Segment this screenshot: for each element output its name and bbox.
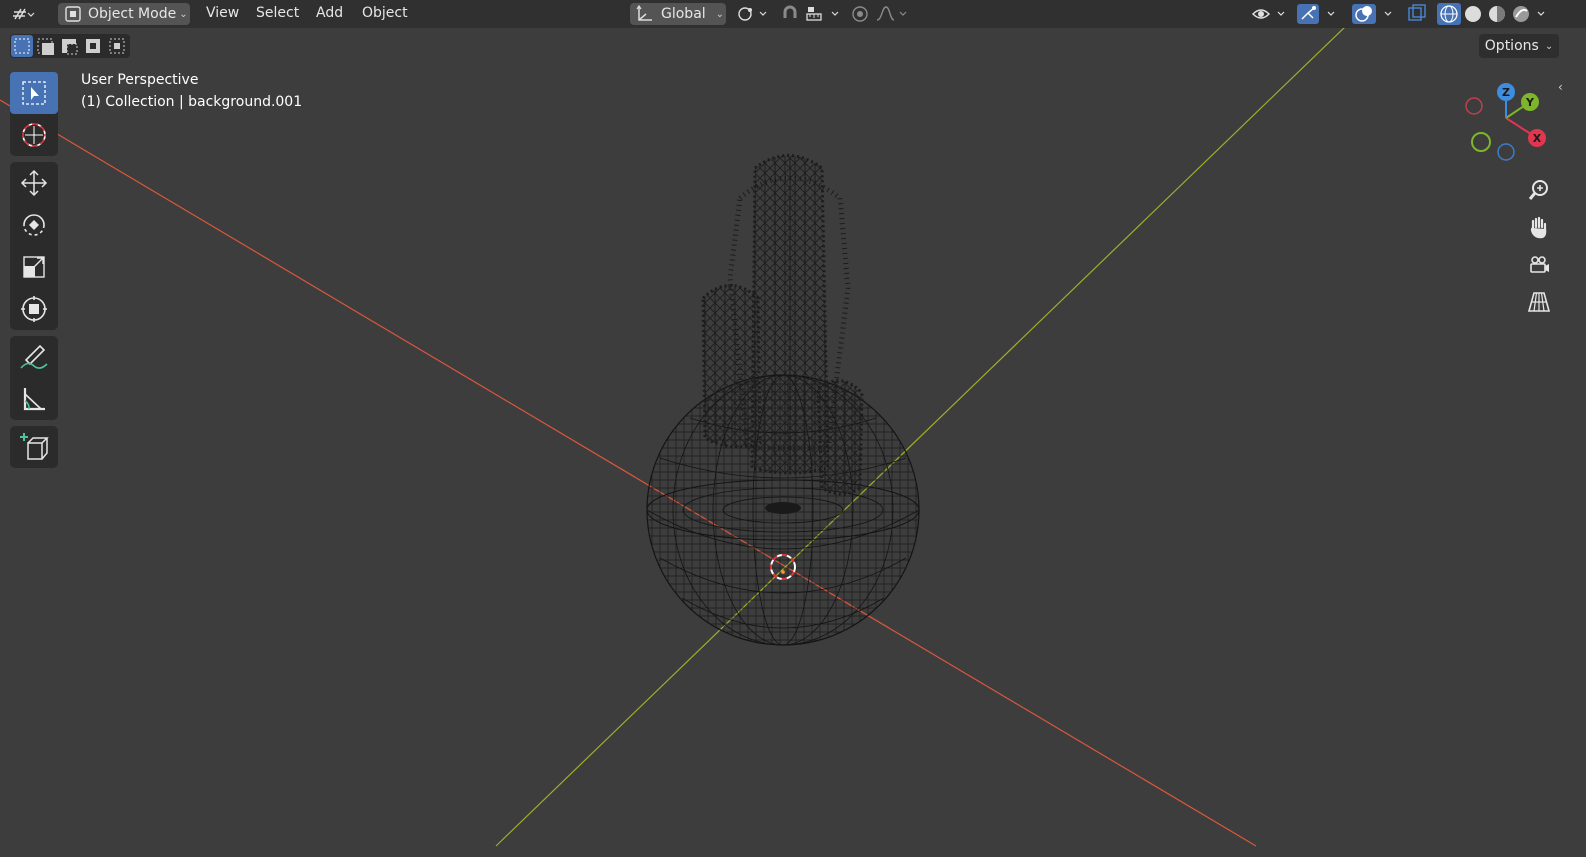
tool-select-box[interactable]: [10, 72, 58, 114]
tool-move[interactable]: [10, 162, 58, 204]
grid-perspective-icon: [1527, 292, 1551, 312]
shading-solid-button[interactable]: [1462, 3, 1486, 25]
toolbar-select-group: [10, 72, 58, 156]
tool-rotate[interactable]: [10, 204, 58, 246]
sidebar-toggle-icon[interactable]: ‹: [1558, 80, 1572, 96]
gizmo-toggle[interactable]: [1296, 3, 1342, 25]
tool-cursor[interactable]: [10, 114, 58, 156]
proportional-edit-toggle[interactable]: [850, 3, 872, 25]
solid-shading-icon: [1465, 6, 1481, 22]
falloff-curve-icon: [876, 6, 907, 21]
pivot-point-dropdown[interactable]: [736, 3, 772, 25]
annotate-icon: [20, 344, 48, 369]
options-label: Options: [1484, 38, 1539, 54]
add-cube-icon: [20, 433, 49, 460]
chevron-down-icon: ⌄: [1544, 40, 1554, 52]
select-intersect-icon[interactable]: [109, 38, 125, 54]
visibility-dropdown[interactable]: [1250, 3, 1290, 25]
selection-mode-group: [10, 34, 130, 58]
rendered-shading-icon: [1513, 6, 1545, 22]
pivot-point-icon: [738, 7, 767, 21]
gizmo-y-axis[interactable]: Y: [1521, 93, 1539, 111]
camera-icon: [1530, 256, 1549, 273]
xray-icon: [1408, 4, 1426, 21]
zoom-icon: [1528, 180, 1548, 200]
gizmo-y-label: Y: [1525, 96, 1535, 109]
select-box-icon: [22, 81, 46, 105]
rotate-icon: [23, 214, 45, 236]
x-axis-line: [0, 99, 1257, 847]
select-invert-icon[interactable]: [86, 39, 100, 53]
y-axis-line: [495, 28, 1345, 847]
material-shading-icon: [1489, 6, 1505, 22]
measure-icon: [23, 388, 45, 411]
scene-canvas[interactable]: [0, 28, 1586, 857]
menu-view[interactable]: View: [206, 5, 239, 21]
overlays-toggle[interactable]: [1351, 3, 1397, 25]
menu-add[interactable]: Add: [316, 5, 343, 21]
xray-toggle[interactable]: [1406, 3, 1430, 25]
tool-measure[interactable]: [10, 378, 58, 420]
editor-type-icon: [13, 8, 35, 20]
mode-label: Object Mode: [88, 6, 177, 22]
select-subtract-icon[interactable]: [62, 39, 78, 55]
transform-orientation-dropdown[interactable]: Global ⌄: [630, 3, 726, 25]
gizmo-neg-z[interactable]: [1497, 143, 1515, 161]
snap-target-dropdown[interactable]: [804, 3, 844, 25]
menu-object[interactable]: Object: [362, 5, 408, 21]
object-mode-icon: [65, 6, 81, 22]
shading-rendered-button[interactable]: [1510, 3, 1550, 25]
select-extend-icon[interactable]: [37, 38, 54, 55]
snap-increment-icon: [806, 7, 839, 21]
perspective-toggle-button[interactable]: [1522, 285, 1556, 319]
menu-select[interactable]: Select: [256, 5, 299, 21]
tool-transform[interactable]: [10, 288, 58, 330]
select-new-icon[interactable]: [11, 35, 33, 57]
transform-icon: [21, 296, 47, 322]
shading-wireframe-button[interactable]: [1437, 3, 1461, 25]
gizmo-z-axis[interactable]: Z: [1497, 83, 1515, 101]
options-dropdown[interactable]: Options ⌄: [1479, 34, 1559, 58]
toolbar-annotate-group: [10, 336, 58, 420]
collection-label: (1) Collection | background.001: [81, 94, 303, 110]
gizmo-neg-x[interactable]: [1465, 97, 1483, 115]
cactus-wireframe[interactable]: [701, 154, 864, 496]
perspective-label: User Perspective: [81, 72, 199, 88]
gizmo-x-axis[interactable]: X: [1528, 129, 1546, 147]
cursor-icon: [22, 123, 46, 147]
chevron-down-icon: ⌄: [715, 8, 725, 20]
gizmo-z-label: Z: [1502, 86, 1510, 99]
viewport-header: Object Mode ⌄ View Select Add Object Glo…: [0, 0, 1586, 28]
magnet-icon: [783, 5, 797, 18]
chevron-down-icon: ⌄: [179, 8, 188, 20]
snap-toggle[interactable]: [780, 3, 802, 25]
tool-scale[interactable]: [10, 246, 58, 288]
shading-material-button[interactable]: [1486, 3, 1510, 25]
eye-icon: [1251, 9, 1285, 19]
mode-dropdown[interactable]: Object Mode ⌄: [58, 3, 190, 25]
tool-add-cube[interactable]: [10, 426, 58, 468]
editor-type-button[interactable]: [10, 3, 48, 25]
scale-icon: [23, 256, 45, 278]
falloff-dropdown[interactable]: [874, 3, 912, 25]
move-icon: [20, 169, 48, 197]
navigation-gizmo[interactable]: X Y Z: [1460, 80, 1556, 164]
tool-annotate[interactable]: [10, 336, 58, 378]
camera-view-button[interactable]: [1522, 248, 1556, 282]
wireframe-shading-icon: [1437, 3, 1461, 25]
gizmo-x-label: X: [1533, 132, 1542, 145]
proportional-edit-icon: [852, 6, 868, 22]
pan-button[interactable]: [1522, 210, 1556, 244]
orientation-label: Global: [661, 6, 706, 22]
toolbar-transform-group: [10, 162, 58, 330]
zoom-button[interactable]: [1522, 173, 1556, 207]
hand-icon: [1530, 216, 1547, 239]
toolbar-add-group: [10, 426, 58, 468]
orientation-axes-icon: [636, 4, 652, 21]
gizmo-neg-y[interactable]: [1471, 132, 1491, 152]
gizmo-icon: [1297, 4, 1335, 24]
overlay-icon: [1352, 4, 1392, 24]
3d-viewport[interactable]: User Perspective (1) Collection | backgr…: [0, 28, 1586, 857]
